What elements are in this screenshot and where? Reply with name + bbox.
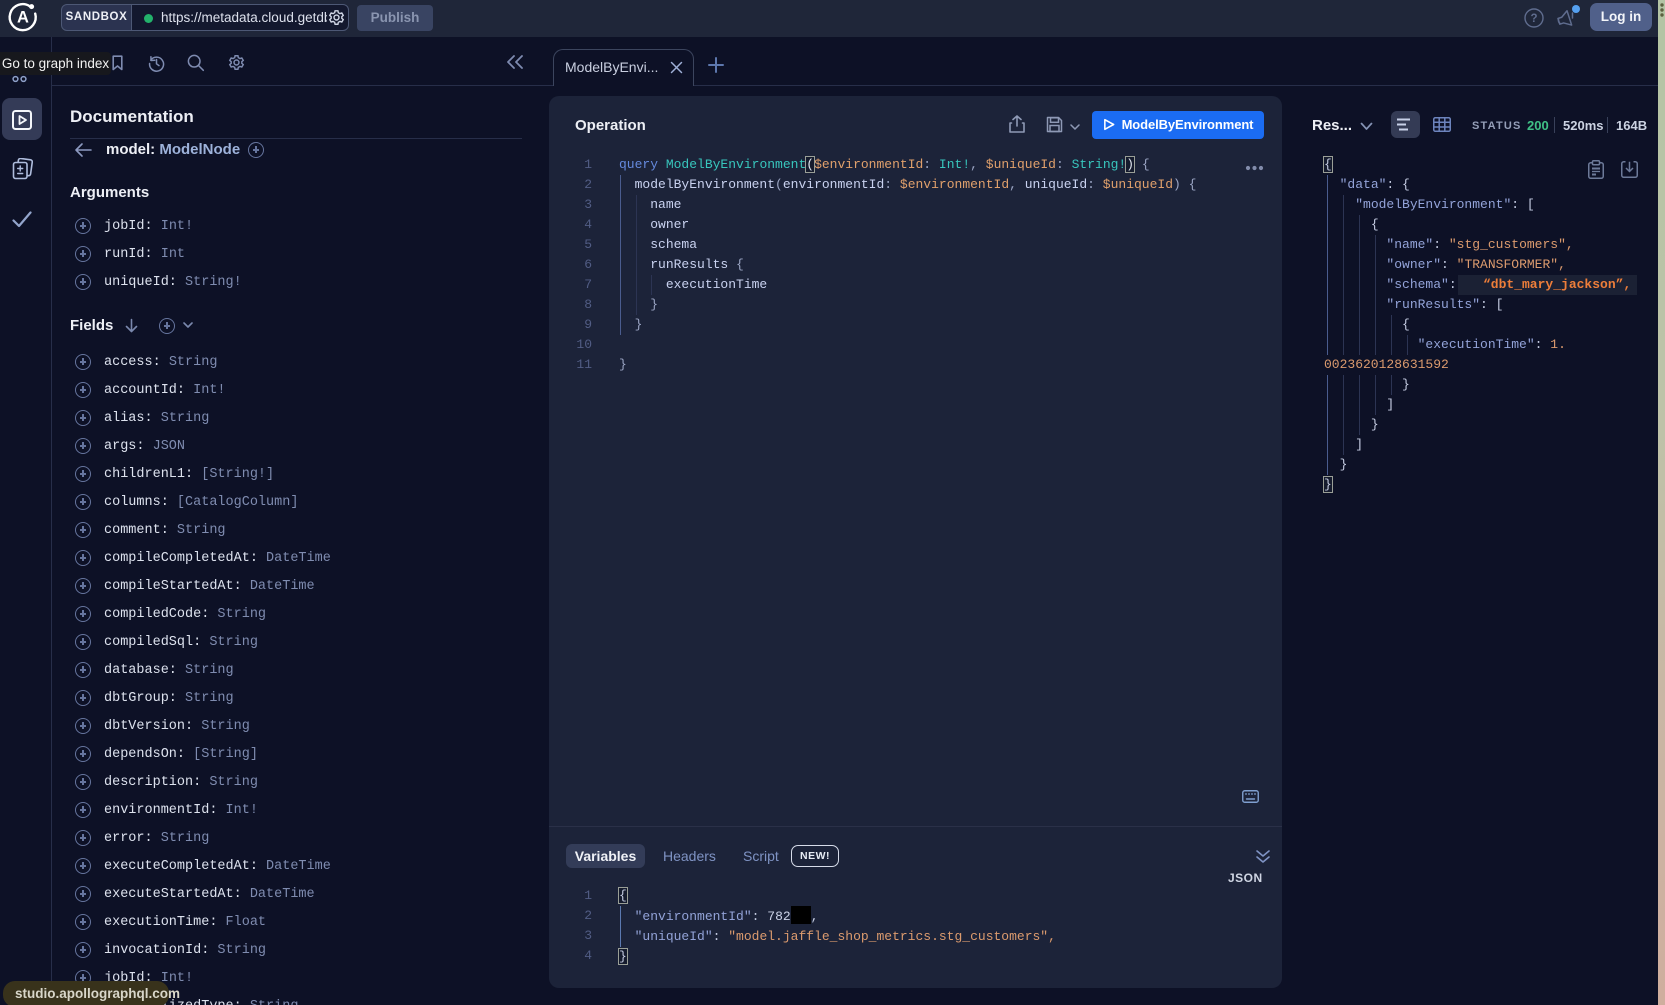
svg-text:?: ? (1530, 13, 1537, 25)
svg-text:A: A (17, 9, 29, 27)
